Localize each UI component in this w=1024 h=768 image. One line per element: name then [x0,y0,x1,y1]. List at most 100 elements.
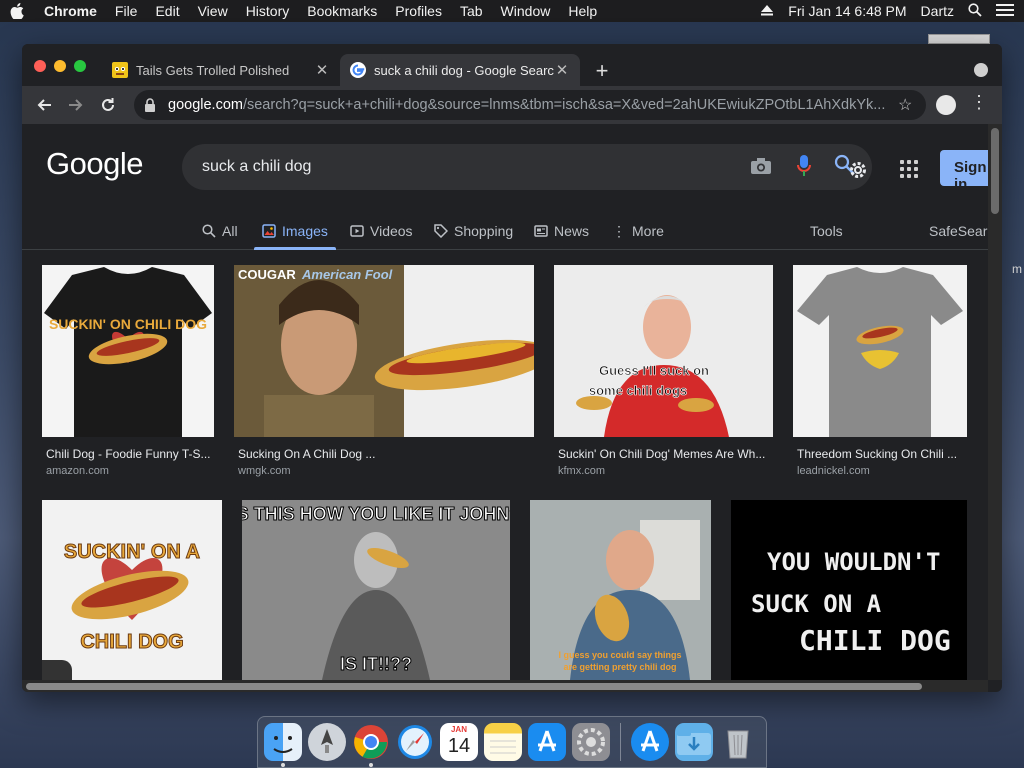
svg-text:YOU WOULDN'T: YOU WOULDN'T [767,548,940,576]
scroll-thumb[interactable] [26,683,922,690]
menu-bookmarks[interactable]: Bookmarks [307,3,377,19]
user-name[interactable]: Dartz [921,3,954,19]
microphone-icon[interactable] [796,154,812,183]
minimize-window-button[interactable] [54,60,66,72]
image-result[interactable]: Guess I'll suck on some chili dogs Sucki… [554,265,773,487]
menu-history[interactable]: History [246,3,290,19]
result-title[interactable]: Sucking On A Chili Dog ... [238,447,375,461]
tab-label: Images [282,223,328,239]
tab-label: News [554,223,590,239]
result-source[interactable]: leadnickel.com [797,465,870,477]
image-result[interactable]: SUCKIN' ON A CHILI DOG [42,500,222,680]
apple-menu-icon[interactable] [10,3,26,19]
control-center-icon[interactable] [996,3,1014,20]
menu-view[interactable]: View [198,3,228,19]
horizontal-scrollbar[interactable] [22,680,988,692]
menu-help[interactable]: Help [568,3,597,19]
downloads-folder-icon[interactable] [675,723,713,761]
tails-favicon-icon [112,62,128,78]
vertical-scrollbar[interactable] [988,124,1002,680]
menu-profiles[interactable]: Profiles [395,3,442,19]
calendar-icon[interactable]: JAN 14 [440,723,478,761]
result-title[interactable]: Suckin' On Chili Dog' Memes Are Wh... [558,447,765,461]
tab-videos[interactable]: Videos [350,216,413,246]
result-thumbnail[interactable]: YOU WOULDN'T SUCK ON A CHILI DOG [731,500,967,680]
tab-search-icon[interactable] [974,63,988,77]
result-thumbnail[interactable]: SUCKIN' ON A CHILI DOG [42,500,222,680]
image-result[interactable]: I guess you could say things are getting… [530,500,711,680]
tab-all[interactable]: All [202,216,238,246]
menu-file[interactable]: File [115,3,138,19]
safari-icon[interactable] [396,723,434,761]
menu-edit[interactable]: Edit [155,3,179,19]
search-query-text: suck a chili dog [202,158,312,175]
sign-in-button[interactable]: Sign in [940,150,988,193]
image-result[interactable]: SUCKIN' ON CHILI DOG Chili Dog - Foodie … [42,265,214,487]
image-result[interactable]: Threedom Sucking On Chili ... leadnickel… [793,265,967,487]
notes-icon[interactable] [484,723,522,761]
search-icon [202,224,216,238]
clock[interactable]: Fri Jan 14 6:48 PM [788,3,906,19]
result-thumbnail[interactable]: IS THIS HOW YOU LIKE IT JOHN? IS IT!!?? [242,500,510,680]
svg-text:SUCK ON A: SUCK ON A [751,590,882,618]
app-store-icon[interactable] [528,723,566,761]
image-result[interactable]: YOU WOULDN'T SUCK ON A CHILI DOG [731,500,967,680]
launchpad-icon[interactable] [308,723,346,761]
close-tab-icon[interactable]: ✕ [314,61,330,79]
camera-icon[interactable] [750,157,772,180]
image-result[interactable]: IS THIS HOW YOU LIKE IT JOHN? IS IT!!?? [242,500,510,680]
forward-button[interactable] [60,89,92,121]
close-tab-icon[interactable]: ✕ [554,61,570,79]
tools-label: Tools [810,223,843,239]
tab-shopping[interactable]: Shopping [434,216,513,246]
result-title[interactable]: Threedom Sucking On Chili ... [797,447,957,461]
result-title[interactable]: Chili Dog - Foodie Funny T-S... [46,447,211,461]
address-bar[interactable]: google.com/search?q=suck+a+chili+dog&sou… [134,90,926,120]
svg-text:IS IT!!??: IS IT!!?? [340,654,412,674]
reload-button[interactable] [92,89,124,121]
back-button[interactable] [28,89,60,121]
zoom-window-button[interactable] [74,60,86,72]
app-store-icon[interactable] [631,723,669,761]
menu-window[interactable]: Window [501,3,551,19]
browser-toolbar: google.com/search?q=suck+a+chili+dog&sou… [22,86,1002,124]
google-apps-icon[interactable] [900,160,918,178]
spotlight-search-icon[interactable] [968,2,982,20]
svg-text:SUCKIN' ON A: SUCKIN' ON A [64,541,200,563]
safesearch-button[interactable]: SafeSearch [929,216,988,246]
result-thumbnail[interactable]: SUCKIN' ON CHILI DOG [42,265,214,437]
menu-app-chrome[interactable]: Chrome [44,3,97,19]
result-thumbnail[interactable]: COUGAR American Fool [234,265,534,437]
tab-news[interactable]: News [534,216,589,246]
result-source[interactable]: wmgk.com [238,465,291,477]
new-tab-button[interactable]: + [590,58,614,84]
eject-icon[interactable] [760,3,774,19]
trash-icon[interactable] [719,723,757,761]
close-window-button[interactable] [34,60,46,72]
tab-more[interactable]: ⋮ More [612,216,664,246]
system-preferences-icon[interactable] [572,723,610,761]
image-result[interactable]: COUGAR American Fool Sucking On A Chili … [234,265,534,487]
result-thumbnail[interactable]: Guess I'll suck on some chili dogs [554,265,773,437]
profile-avatar-icon[interactable] [936,95,956,115]
tab-label: Videos [370,223,413,239]
tab-images[interactable]: Images [254,216,336,250]
finder-icon[interactable] [264,723,302,767]
result-thumbnail[interactable] [793,265,967,437]
google-logo[interactable]: Google [46,146,143,182]
chrome-menu-icon[interactable]: ⋮ [970,92,988,113]
result-source[interactable]: amazon.com [46,465,109,477]
forward-arrow-icon [69,99,83,111]
result-source[interactable]: kfmx.com [558,465,605,477]
desktop-screenshot-thumbnail[interactable] [928,34,990,44]
menu-tab[interactable]: Tab [460,3,483,19]
tab-tails-gets-trolled[interactable]: Tails Gets Trolled Polished ✕ [102,54,340,86]
settings-gear-icon[interactable] [848,160,868,185]
bookmark-star-icon[interactable]: ☆ [898,95,912,115]
lock-icon[interactable] [144,98,158,112]
result-thumbnail[interactable]: I guess you could say things are getting… [530,500,711,680]
chrome-icon[interactable] [352,723,390,767]
tools-button[interactable]: Tools [810,216,843,246]
tab-google-search[interactable]: suck a chili dog - Google Search ✕ [340,54,580,86]
scroll-thumb[interactable] [991,128,999,214]
